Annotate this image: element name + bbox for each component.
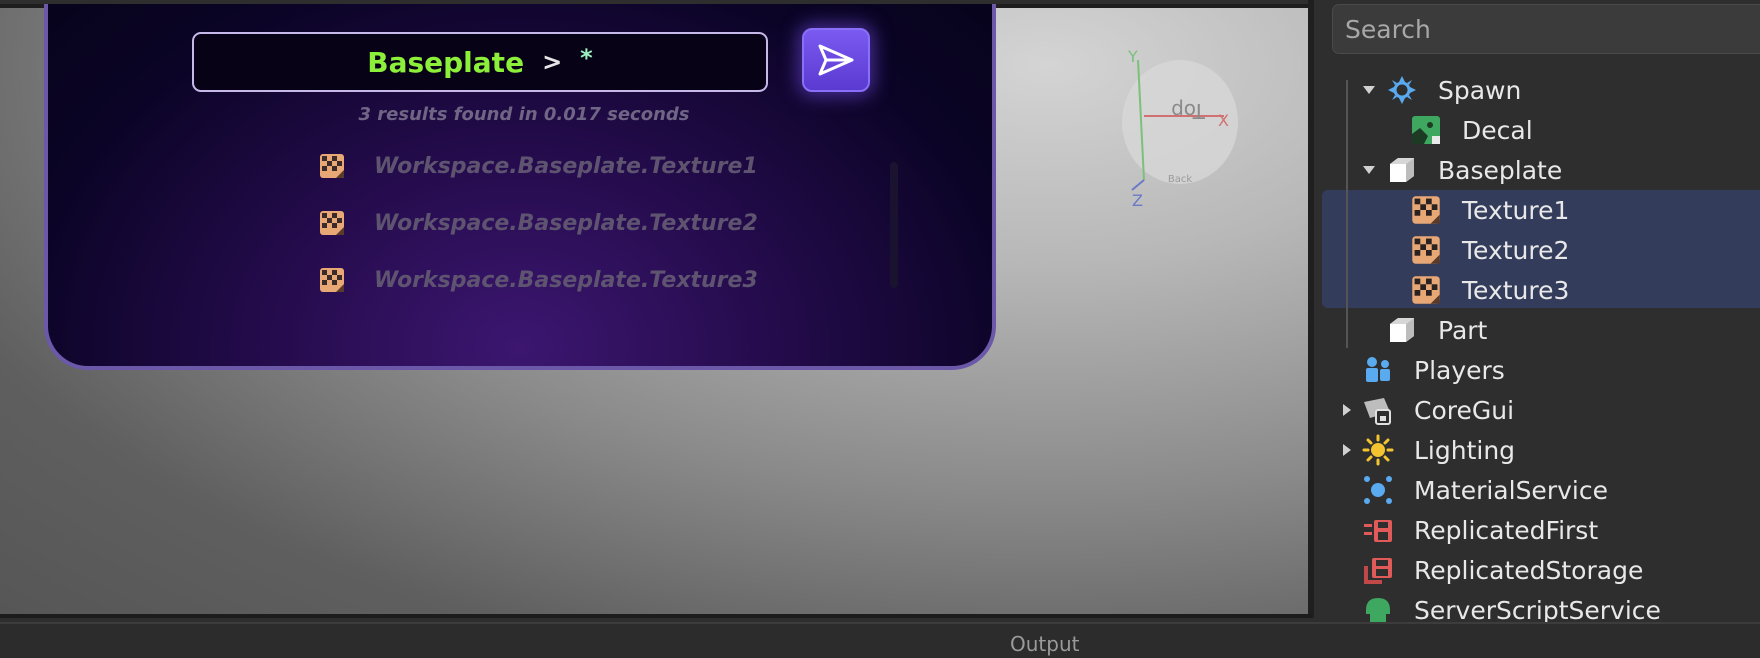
- explorer-search-input[interactable]: Search: [1332, 4, 1760, 54]
- texture-icon: [320, 154, 344, 178]
- chevron-down-icon[interactable]: [1362, 163, 1376, 177]
- tree-item-label: Part: [1438, 315, 1488, 345]
- tree-item-material-service[interactable]: MaterialService: [1316, 470, 1760, 510]
- result-item[interactable]: Workspace.Baseplate.Texture2: [318, 203, 758, 243]
- query-path: Baseplate: [367, 45, 525, 79]
- axis-y-label: Y: [1127, 47, 1138, 66]
- results-scrollbar[interactable]: [890, 162, 898, 288]
- part-icon: [1390, 318, 1414, 342]
- result-item[interactable]: Workspace.Baseplate.Texture3: [318, 260, 758, 300]
- texture-icon: [320, 268, 344, 292]
- tree-item-label: ReplicatedFirst: [1414, 515, 1599, 545]
- query-wildcard: *: [580, 44, 593, 72]
- paper-plane-icon: [818, 44, 854, 76]
- send-button[interactable]: [802, 28, 870, 92]
- tree-item-label: ReplicatedStorage: [1414, 555, 1644, 585]
- texture-icon: [1412, 236, 1440, 264]
- replicated-first-icon: [1364, 520, 1392, 542]
- tree-item-label: Spawn: [1438, 75, 1522, 105]
- tree-item-part[interactable]: Part: [1316, 310, 1760, 350]
- tree-item-replicated-first[interactable]: ReplicatedFirst: [1316, 510, 1760, 550]
- tree-item-texture1[interactable]: Texture1: [1316, 190, 1760, 230]
- result-item[interactable]: Workspace.Baseplate.Texture1: [318, 146, 758, 186]
- tree-item-label: MaterialService: [1414, 475, 1608, 505]
- texture-icon: [1412, 196, 1440, 224]
- tree-item-label: Texture2: [1462, 235, 1570, 265]
- tree-item-decal[interactable]: Decal: [1316, 110, 1760, 150]
- result-label: Workspace.Baseplate.Texture3: [374, 267, 758, 293]
- tree-item-players[interactable]: Players: [1316, 350, 1760, 390]
- server-script-service-icon: [1366, 598, 1390, 622]
- viewport-divider[interactable]: [1308, 0, 1314, 618]
- players-icon: [1366, 357, 1390, 382]
- viewport-bottom-edge: [0, 614, 1312, 618]
- command-bar-panel: Baseplate > * 3 results found in 0.017 s…: [44, 4, 996, 370]
- output-panel-header[interactable]: Output: [0, 622, 1760, 658]
- chevron-right-icon[interactable]: [1340, 443, 1354, 457]
- viewport[interactable]: Baseplate > * 3 results found in 0.017 s…: [0, 4, 1308, 616]
- tree-item-label: Texture3: [1462, 275, 1570, 305]
- tree-item-baseplate[interactable]: Baseplate: [1316, 150, 1760, 190]
- tree-item-lighting[interactable]: Lighting: [1316, 430, 1760, 470]
- tree-item-server-script-service[interactable]: ServerScriptService: [1316, 590, 1760, 622]
- result-label: Workspace.Baseplate.Texture1: [374, 153, 758, 179]
- tree-item-label: ServerScriptService: [1414, 595, 1661, 623]
- tree-item-label: Players: [1414, 355, 1505, 385]
- query-separator: >: [542, 48, 563, 76]
- part-icon: [1390, 158, 1414, 182]
- texture-icon: [320, 211, 344, 235]
- results-summary: 3 results found in 0.017 seconds: [358, 104, 690, 125]
- texture-icon: [1412, 276, 1440, 304]
- tree-item-replicated-storage[interactable]: ReplicatedStorage: [1316, 550, 1760, 590]
- output-label: Output: [1010, 632, 1080, 656]
- tree-item-coregui[interactable]: CoreGui: [1316, 390, 1760, 430]
- tree-item-texture3[interactable]: Texture3: [1316, 270, 1760, 310]
- query-input[interactable]: Baseplate > *: [192, 32, 768, 92]
- replicated-storage-icon: [1364, 558, 1392, 584]
- axis-z-label: Z: [1132, 191, 1143, 210]
- lighting-icon: [1362, 434, 1394, 466]
- view-cube-back-label: Back: [1168, 174, 1192, 185]
- axis-x-label: X: [1218, 111, 1229, 130]
- view-cube[interactable]: Y X Z Top Back: [1108, 40, 1248, 210]
- chevron-down-icon[interactable]: [1362, 83, 1376, 97]
- tree-item-label: CoreGui: [1414, 395, 1515, 425]
- view-cube-top-label: Top: [1171, 99, 1206, 123]
- tree-item-label: Decal: [1462, 115, 1533, 145]
- tree-item-texture2[interactable]: Texture2: [1316, 230, 1760, 270]
- chevron-right-icon[interactable]: [1340, 403, 1354, 417]
- tree-item-label: Baseplate: [1438, 155, 1563, 185]
- tree-item-spawn[interactable]: Spawn: [1316, 70, 1760, 110]
- material-service-icon: [1364, 476, 1392, 504]
- tree-item-label: Lighting: [1414, 435, 1516, 465]
- decal-icon: [1412, 116, 1440, 144]
- coregui-icon: [1364, 398, 1391, 425]
- tree-item-label: Texture1: [1462, 195, 1570, 225]
- result-label: Workspace.Baseplate.Texture2: [374, 210, 758, 236]
- explorer-panel: Search Spawn Decal Baseplate Texture1 Te…: [1316, 0, 1760, 622]
- spawn-icon: [1388, 76, 1416, 104]
